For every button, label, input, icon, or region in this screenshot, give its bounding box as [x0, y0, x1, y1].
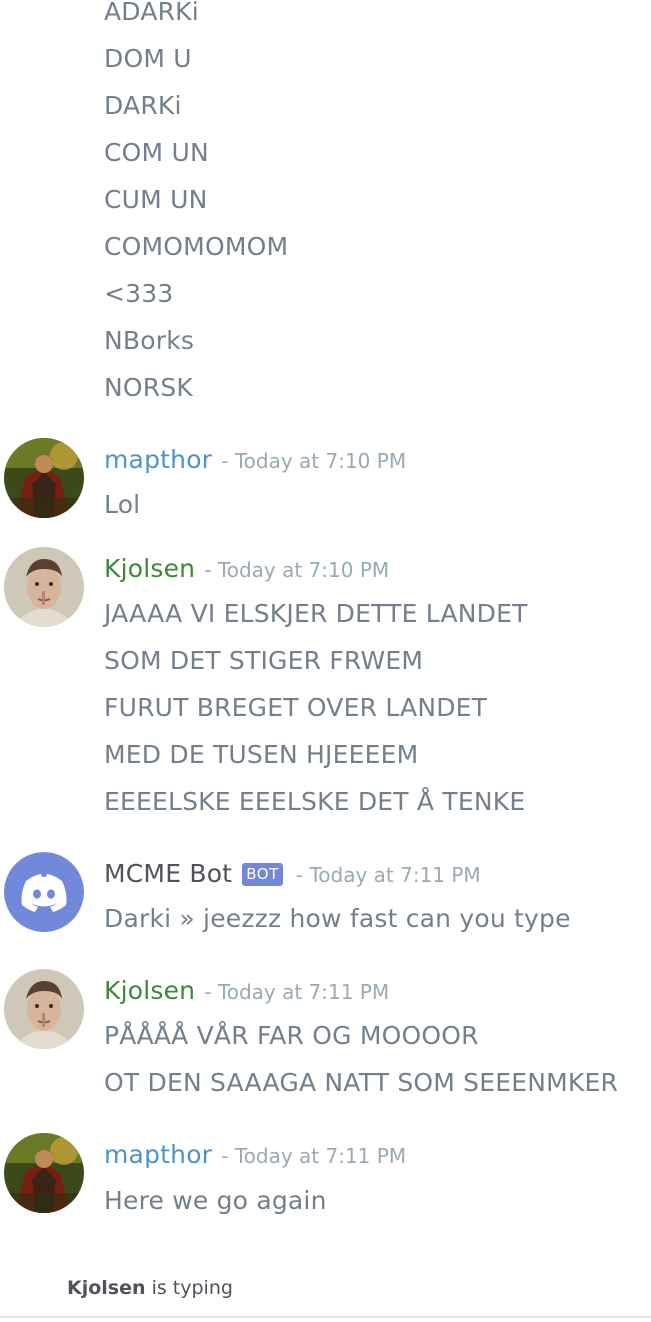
message-line: <333	[104, 279, 174, 308]
discord-logo-icon	[4, 852, 84, 932]
message-header: MCME Bot BOT - Today at 7:11 PM	[104, 858, 481, 890]
username[interactable]: mapthor	[104, 445, 212, 474]
message-line: PÅÅÅÅ VÅR FAR OG MOOOOR	[104, 1021, 479, 1050]
message-line: COM UN	[104, 138, 209, 167]
message-line: OT DEN SAAAGA NATT SOM SEEENMKER	[104, 1068, 619, 1097]
message-line: MED DE TUSEN HJEEEEM	[104, 740, 419, 769]
typing-user: Kjolsen	[67, 1277, 146, 1299]
avatar-mcme-bot[interactable]	[4, 852, 84, 932]
message-header: mapthor - Today at 7:11 PM	[104, 1139, 406, 1171]
message-line: NBorks	[104, 326, 195, 355]
avatar-mapthor[interactable]	[4, 1133, 84, 1213]
message-line: ADARKi	[104, 0, 199, 26]
message-header: Kjolsen - Today at 7:11 PM	[104, 975, 389, 1007]
message-line: CUM UN	[104, 185, 208, 214]
message-header: Kjolsen - Today at 7:10 PM	[104, 553, 389, 585]
username[interactable]: Kjolsen	[104, 554, 195, 583]
message-line: COMOMOMOM	[104, 232, 289, 261]
message-line: NORSK	[104, 373, 194, 402]
message-line: Lol	[104, 490, 141, 519]
username[interactable]: MCME Bot	[104, 859, 232, 888]
timestamp[interactable]: - Today at 7:11 PM	[296, 863, 481, 887]
username[interactable]: Kjolsen	[104, 976, 195, 1005]
message-line: FURUT BREGET OVER LANDET	[104, 693, 488, 722]
message-line: JAAAA VI ELSKJER DETTE LANDET	[104, 599, 528, 628]
avatar-mapthor[interactable]	[4, 438, 84, 518]
bot-tag: BOT	[242, 863, 283, 886]
timestamp[interactable]: - Today at 7:11 PM	[204, 980, 389, 1004]
timestamp[interactable]: - Today at 7:10 PM	[204, 558, 389, 582]
message-line: DOM U	[104, 44, 192, 73]
message-line: DARKi	[104, 91, 182, 120]
avatar-kjolsen[interactable]	[4, 547, 84, 627]
message-line: EEEELSKE EEELSKE DET Å TENKE	[104, 787, 526, 816]
message-line: Darki » jeezzz how fast can you type	[104, 904, 571, 933]
timestamp[interactable]: - Today at 7:11 PM	[221, 1144, 406, 1168]
divider	[0, 1316, 651, 1318]
typing-text: is typing	[145, 1277, 233, 1299]
chat-messages: ADARKi DOM U DARKi COM UN CUM UN COMOMOM…	[0, 0, 651, 1322]
username[interactable]: mapthor	[104, 1140, 212, 1169]
timestamp[interactable]: - Today at 7:10 PM	[221, 449, 406, 473]
message-header: mapthor - Today at 7:10 PM	[104, 444, 406, 476]
typing-indicator: Kjolsen is typing	[67, 1275, 233, 1301]
message-line: Here we go again	[104, 1186, 327, 1215]
message-line: SOM DET STIGER FRWEM	[104, 646, 424, 675]
avatar-kjolsen[interactable]	[4, 969, 84, 1049]
